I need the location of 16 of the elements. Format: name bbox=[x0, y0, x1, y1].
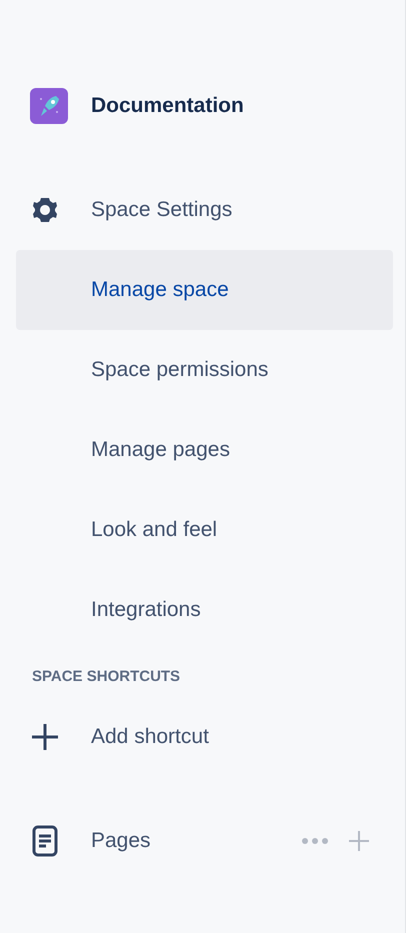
pages-link[interactable]: Pages bbox=[91, 824, 151, 856]
document-icon bbox=[32, 824, 58, 856]
settings-menu-item[interactable]: Manage space bbox=[16, 250, 393, 330]
settings-menu-item[interactable]: Space permissions bbox=[16, 330, 393, 410]
space-name[interactable]: Documentation bbox=[91, 90, 244, 122]
settings-menu-item[interactable]: Look and feel bbox=[16, 490, 393, 570]
plus-icon bbox=[31, 722, 59, 750]
settings-icon bbox=[33, 197, 57, 223]
settings-menu-item[interactable]: Manage pages bbox=[16, 410, 393, 490]
space-logo-icon bbox=[30, 88, 68, 124]
settings-menu-item[interactable]: Integrations bbox=[16, 570, 393, 650]
add-shortcut-link[interactable]: Add shortcut bbox=[91, 720, 209, 752]
section-heading: SPACE SHORTCUTS bbox=[31, 667, 182, 687]
section-label: Space Settings bbox=[91, 197, 232, 224]
more-icon[interactable] bbox=[301, 836, 329, 844]
add-icon[interactable] bbox=[349, 830, 369, 850]
